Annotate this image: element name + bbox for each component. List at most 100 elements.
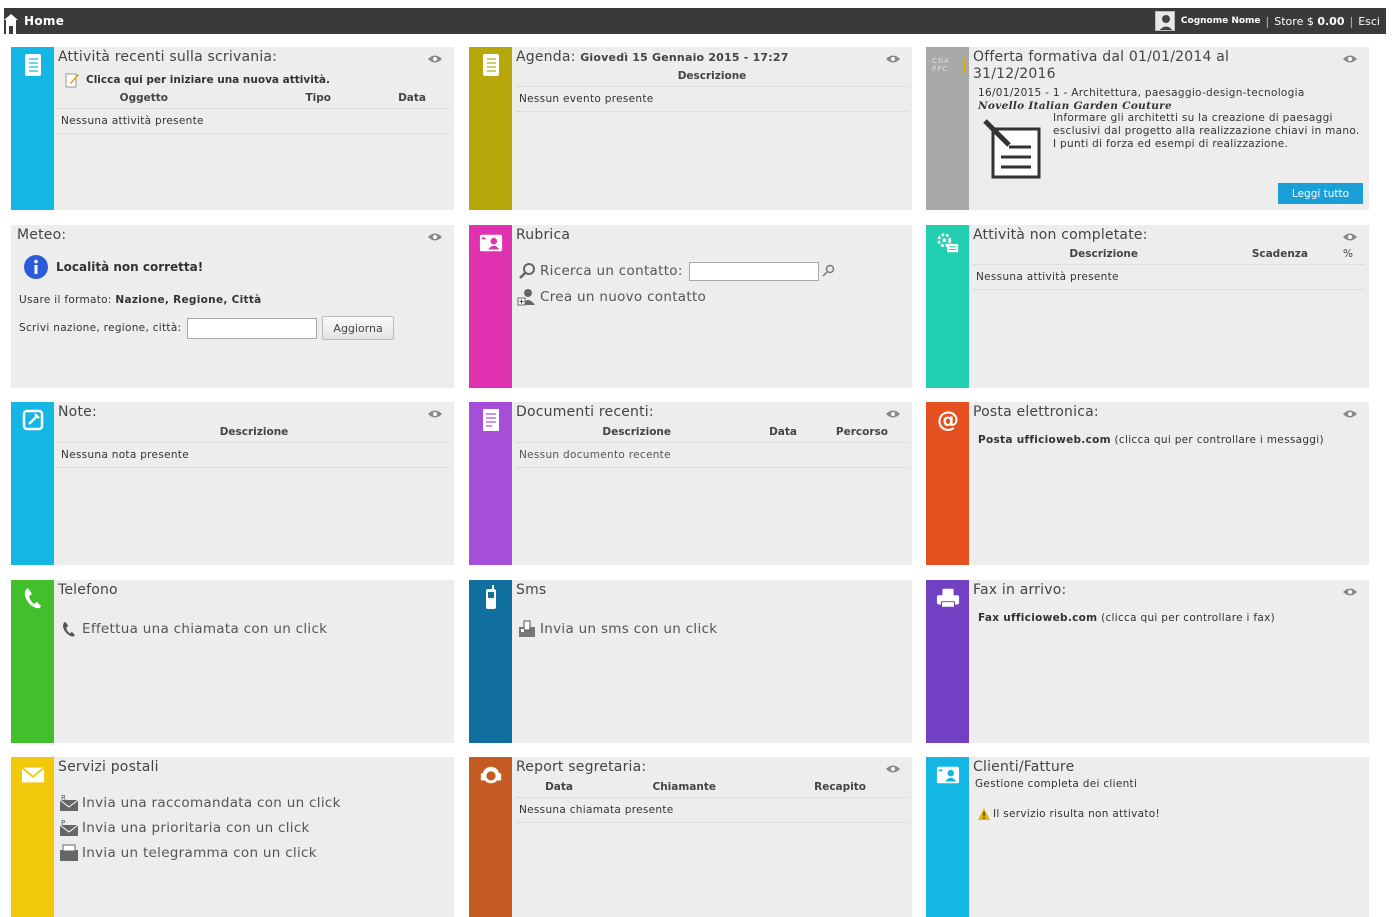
panel-posta-elettronica: @ Posta elettronica: Posta ufficioweb.co… xyxy=(926,402,1369,565)
mail-link[interactable]: Posta ufficioweb.com (clicca qui per con… xyxy=(978,434,1365,446)
clienti-subtitle: Gestione completa dei clienti xyxy=(975,778,1138,790)
add-contact-icon xyxy=(516,286,538,308)
panel-clienti-fatture: Clienti/Fatture Gestione completa dei cl… xyxy=(926,757,1369,917)
telegram-icon xyxy=(58,842,80,864)
sms-link[interactable]: Invia un sms con un click xyxy=(516,618,908,640)
eye-icon[interactable] xyxy=(1343,55,1357,63)
headset-icon xyxy=(479,763,503,787)
new-activity-link[interactable]: Clicca qui per iniziare una nuova attivi… xyxy=(64,72,450,88)
fax-link[interactable]: Fax ufficioweb.com (clicca qui per contr… xyxy=(978,612,1365,624)
document-icon xyxy=(479,408,503,432)
update-button[interactable]: Aggiorna xyxy=(322,316,394,340)
meteo-format: Nazione, Regione, Città xyxy=(115,294,262,306)
course-title[interactable]: Novello Italian Garden Couture xyxy=(978,100,1365,112)
meteo-error: Località non corretta! xyxy=(56,260,204,274)
panel-title: Attività non completate: xyxy=(973,227,1148,243)
notebook-icon xyxy=(21,53,45,77)
telegramma-link[interactable]: Invia un telegramma con un click xyxy=(58,842,450,864)
panel-title: Report segretaria: xyxy=(516,759,647,775)
service-warning: Il servizio risulta non attivato! xyxy=(993,808,1161,820)
panel-title: Attività recenti sulla scrivania: xyxy=(58,49,278,65)
panel-title: Fax in arrivo: xyxy=(973,582,1067,598)
eye-icon[interactable] xyxy=(428,410,442,418)
panel-sms: Sms Invia un sms con un click xyxy=(469,580,912,743)
envelope-icon xyxy=(21,763,45,787)
panel-meteo: Meteo: Località non corretta! Usare il f… xyxy=(11,225,454,388)
user-name[interactable]: Cognome Nome xyxy=(1181,16,1261,26)
eye-icon[interactable] xyxy=(1343,410,1357,418)
eye-icon[interactable] xyxy=(1343,588,1357,596)
search-icon xyxy=(516,260,538,282)
empty-message: Nessuna chiamata presente xyxy=(516,798,908,823)
home-label: Home xyxy=(24,14,65,28)
eye-icon[interactable] xyxy=(886,765,900,773)
panel-documenti-recenti: Documenti recenti: Descrizione Data Perc… xyxy=(469,402,912,565)
panel-attivita-recenti: Attività recenti sulla scrivania: Clicca… xyxy=(11,47,454,210)
contact-card-icon xyxy=(479,231,503,255)
search-icon[interactable] xyxy=(821,264,835,278)
note-icon xyxy=(21,408,45,432)
panel-report-segretaria: Report segretaria: Data Chiamante Recapi… xyxy=(469,757,912,917)
raccomandata-link[interactable]: R Invia una raccomandata con un click xyxy=(58,792,450,814)
home-icon xyxy=(4,14,18,34)
table-header: Descrizione xyxy=(516,70,908,87)
panel-fax: Fax in arrivo: Fax ufficioweb.com (clicc… xyxy=(926,580,1369,743)
empty-message: Nessuna nota presente xyxy=(58,443,450,468)
home-link[interactable]: Home xyxy=(4,8,64,34)
panel-attivita-non-completate: Attività non completate: Descrizione Sca… xyxy=(926,225,1369,388)
svg-text:R: R xyxy=(61,794,66,802)
table-header: Descrizione Data Percorso xyxy=(516,426,908,443)
new-contact-link[interactable]: Crea un nuovo contatto xyxy=(516,286,908,308)
course-description: Informare gli architetti su la creazione… xyxy=(1053,112,1360,150)
empty-message: Nessun documento recente xyxy=(516,443,908,468)
course-info: 16/01/2015 - 1 - Architettura, paesaggio… xyxy=(978,87,1305,99)
mobile-phone-icon xyxy=(479,585,503,610)
panel-title: Note: xyxy=(58,404,97,420)
eye-icon[interactable] xyxy=(886,55,900,63)
avatar[interactable] xyxy=(1154,11,1175,31)
table-header: Data Chiamante Recapito xyxy=(516,781,908,798)
panel-telefono: Telefono Effettua una chiamata con un cl… xyxy=(11,580,454,743)
eye-icon[interactable] xyxy=(886,410,900,418)
table-header: Oggetto Tipo Data xyxy=(58,92,450,109)
priority-mail-icon: P xyxy=(58,817,80,839)
panel-title: Sms xyxy=(516,582,547,598)
eye-icon[interactable] xyxy=(1343,233,1357,241)
panel-title: Agenda: xyxy=(516,49,576,65)
contact-search-input[interactable] xyxy=(688,261,819,281)
prioritaria-link[interactable]: P Invia una prioritaria con un click xyxy=(58,817,450,839)
panel-title: Documenti recenti: xyxy=(516,404,654,420)
panel-title: Meteo: xyxy=(17,227,67,243)
eye-icon[interactable] xyxy=(428,55,442,63)
fax-icon xyxy=(936,586,960,610)
info-icon xyxy=(24,255,48,279)
table-header: Descrizione xyxy=(58,426,450,443)
registered-mail-icon: R xyxy=(58,792,80,814)
panel-title: Servizi postali xyxy=(58,759,159,775)
table-header: Descrizione Scadenza % xyxy=(973,248,1365,265)
panel-title: Offerta formativa dal 01/01/2014 al 31/1… xyxy=(973,49,1230,82)
agenda-datetime: Giovedì 15 Gennaio 2015 - 17:27 xyxy=(580,51,789,64)
meteo-input-label: Scrivi nazione, regione, città: xyxy=(19,322,182,334)
empty-message: Nessuna attività presente xyxy=(58,109,450,134)
panel-title: Telefono xyxy=(58,582,118,598)
panel-title: Rubrica xyxy=(516,227,571,243)
panel-agenda: Agenda: Giovedì 15 Gennaio 2015 - 17:27 … xyxy=(469,47,912,210)
panel-rubrica: Rubrica Ricerca un contatto: Crea un nuo… xyxy=(469,225,912,388)
notebook-icon xyxy=(479,53,503,77)
sms-icon xyxy=(516,618,538,640)
document-icon xyxy=(983,119,1041,179)
cna-logo: CNA PPC xyxy=(932,53,966,77)
exit-link[interactable]: Esci xyxy=(1358,15,1380,28)
panel-title: Posta elettronica: xyxy=(973,404,1099,420)
read-more-button[interactable]: Leggi tutto xyxy=(1278,183,1363,204)
meteo-location-input[interactable] xyxy=(187,317,318,339)
eye-icon[interactable] xyxy=(428,233,442,241)
empty-message: Nessun evento presente xyxy=(516,87,908,112)
at-sign-icon: @ xyxy=(937,407,959,433)
call-link[interactable]: Effettua una chiamata con un click xyxy=(58,618,450,640)
store-link[interactable]: Store $ 0.00 xyxy=(1274,15,1344,28)
panel-note: Note: Descrizione Nessuna nota presente xyxy=(11,402,454,565)
panel-title: Clienti/Fatture xyxy=(973,759,1075,775)
store-balance: 0.00 xyxy=(1317,14,1345,28)
